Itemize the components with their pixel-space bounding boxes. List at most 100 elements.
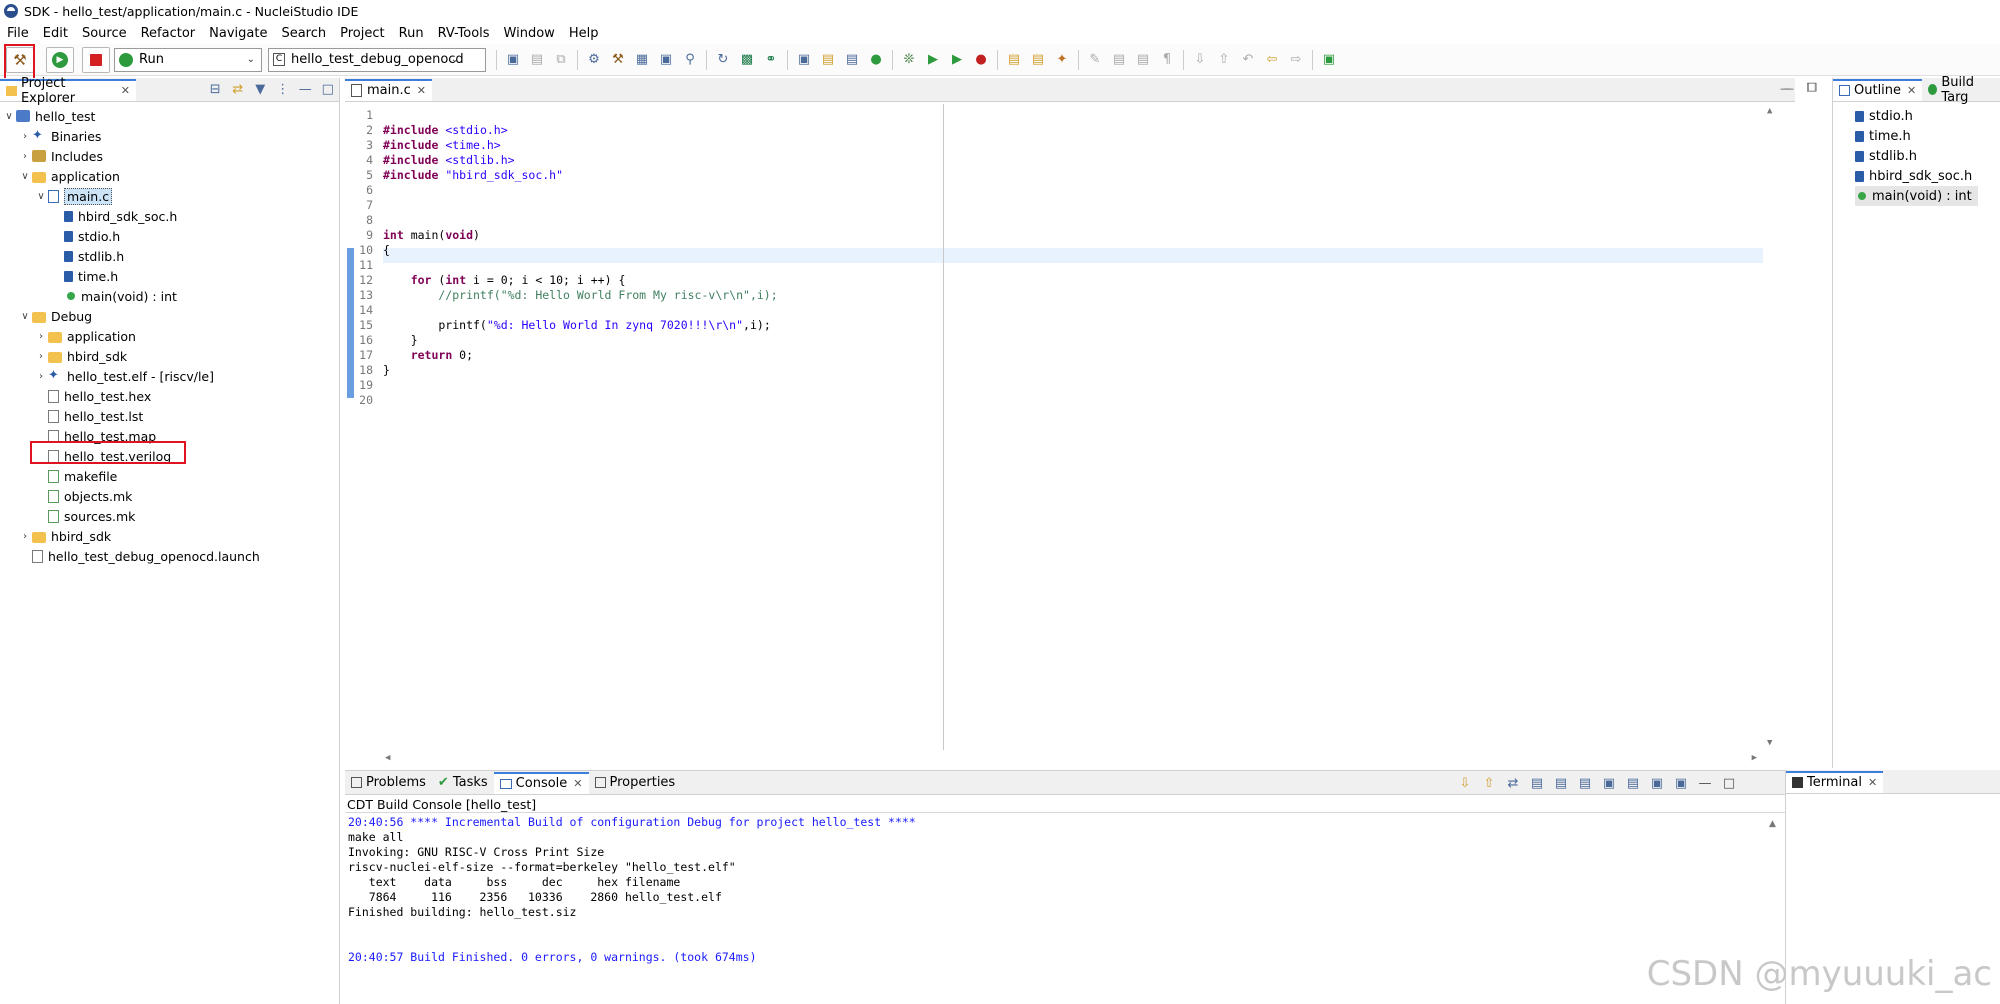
next-annotation-icon[interactable]: ⇩ (1190, 50, 1210, 70)
tree-item[interactable]: main(void) : int (50, 286, 177, 306)
save-all-icon[interactable]: ⧉ (551, 50, 571, 70)
menu-refactor[interactable]: Refactor (134, 26, 203, 41)
link-icon[interactable]: ⇄ (1503, 773, 1523, 793)
chevron-right-icon[interactable]: › (34, 351, 48, 362)
close-icon[interactable]: ✕ (417, 84, 426, 97)
prev-annotation-icon[interactable]: ⇧ (1214, 50, 1234, 70)
search-icon[interactable]: ⚲ (680, 50, 700, 70)
new-icon[interactable]: ▣ (503, 50, 523, 70)
minimize-icon[interactable]: — (296, 80, 315, 100)
tree-item[interactable]: hbird_sdk_soc.h (50, 206, 177, 226)
tree-item[interactable]: stdlib.h (50, 246, 124, 266)
tree-item[interactable]: ∨ hello_test (2, 106, 95, 126)
tab-main-c[interactable]: main.c ✕ (345, 78, 432, 101)
code-editor[interactable]: 1 2 #include <stdio.h> 3 #include <time.h> 4 #… (345, 104, 1795, 763)
chevron-right-icon[interactable]: › (18, 131, 32, 142)
scroll-up-icon[interactable]: ⇧ (1479, 773, 1499, 793)
launch-mode-select[interactable]: Run ⌄ (114, 47, 262, 72)
outline-item[interactable]: main(void) : int (1855, 186, 1978, 206)
binary-icon[interactable]: ▦ (632, 50, 652, 70)
debug-icon[interactable]: ❊ (899, 50, 919, 70)
minimize-icon[interactable]: — (1780, 82, 1791, 95)
stop-button[interactable] (82, 46, 110, 73)
horizontal-scrollbar[interactable]: ◀ ▶ (383, 752, 1759, 766)
minimize-icon[interactable]: — (1695, 773, 1715, 793)
tree-item[interactable]: › application (34, 326, 136, 346)
word-wrap-icon[interactable]: ▤ (1575, 773, 1595, 793)
forward-icon[interactable]: ⇨ (1286, 50, 1306, 70)
launch-button[interactable]: ▶ (46, 46, 74, 73)
tree-item[interactable]: stdio.h (50, 226, 120, 246)
menu-file[interactable]: File (0, 26, 36, 41)
new-class-icon[interactable]: ● (866, 50, 886, 70)
close-icon[interactable]: ✕ (121, 84, 130, 97)
tab-build-targets[interactable]: Build Targ (1922, 75, 2000, 105)
tree-item[interactable]: sources.mk (34, 506, 135, 526)
outline-item[interactable]: time.h (1855, 126, 1911, 146)
clear-console-icon[interactable]: ▤ (1623, 773, 1643, 793)
menu-project[interactable]: Project (333, 26, 391, 41)
tree-item[interactable]: makefile (34, 466, 117, 486)
tree-item[interactable]: objects.mk (34, 486, 132, 506)
tree-item[interactable]: › ✦ hello_test.elf - [riscv/le] (34, 366, 214, 386)
tree-item[interactable]: › hbird_sdk (34, 346, 127, 366)
collapse-all-icon[interactable]: ⊟ (206, 80, 225, 100)
maximize-icon[interactable]: □ (1806, 80, 1816, 93)
external-tools-icon[interactable]: ● (971, 50, 991, 70)
pilcrow-icon[interactable]: ¶ (1157, 50, 1177, 70)
paste-icon[interactable]: ▤ (1551, 773, 1571, 793)
tab-tasks[interactable]: ✔ Tasks (432, 772, 494, 794)
chevron-right-icon[interactable]: › (34, 331, 48, 342)
chevron-right-icon[interactable]: › (18, 531, 32, 542)
save-icon[interactable]: ▤ (527, 50, 547, 70)
menu-edit[interactable]: Edit (36, 26, 75, 41)
chevron-down-icon[interactable]: ∨ (18, 311, 32, 322)
chevron-right-icon[interactable]: › (18, 151, 32, 162)
tree-item[interactable]: ∨ application (18, 166, 120, 186)
menu-run[interactable]: Run (392, 26, 431, 41)
menu-help[interactable]: Help (562, 26, 606, 41)
tab-terminal[interactable]: Terminal ✕ (1786, 770, 1884, 793)
pin-icon[interactable]: ▣ (1599, 773, 1619, 793)
menu-rv-tools[interactable]: RV-Tools (431, 26, 497, 41)
run-external-icon[interactable]: ▶ (947, 50, 967, 70)
new-file-icon[interactable]: ▤ (842, 50, 862, 70)
outline-item[interactable]: stdlib.h (1855, 146, 1917, 166)
last-edit-icon[interactable]: ↶ (1238, 50, 1258, 70)
link-editor-icon[interactable]: ⇄ (228, 80, 247, 100)
tree-item[interactable]: hello_test.hex (34, 386, 151, 406)
display-selected-console-icon[interactable]: ▣ (1647, 773, 1667, 793)
chevron-right-icon[interactable]: › (34, 371, 48, 382)
pen-icon[interactable]: ✎ (1085, 50, 1105, 70)
mark-icon[interactable]: ▤ (1109, 50, 1129, 70)
tree-item[interactable]: hello_test.lst (34, 406, 143, 426)
tree-item[interactable]: › ✦ Binaries (18, 126, 101, 146)
scroll-left-icon[interactable]: ◀ (385, 753, 390, 763)
scroll-down-icon[interactable]: ▼ (1767, 738, 1772, 748)
menu-navigate[interactable]: Navigate (202, 26, 274, 41)
open-folder-icon[interactable]: ▤ (818, 50, 838, 70)
tree-item[interactable]: › hbird_sdk (18, 526, 111, 546)
tab-outline[interactable]: Outline ✕ (1833, 78, 1923, 101)
menu-search[interactable]: Search (274, 26, 333, 41)
refresh-icon[interactable]: ↻ (713, 50, 733, 70)
globe-icon[interactable]: ⚭ (761, 50, 781, 70)
menu-source[interactable]: Source (75, 26, 134, 41)
launch-config-select[interactable]: C hello_test_debug_openocd ⌄ (268, 47, 486, 72)
view-menu-icon[interactable]: ⋮ (273, 80, 292, 100)
close-icon[interactable]: ✕ (1868, 776, 1877, 789)
chevron-down-icon[interactable]: ∨ (18, 171, 32, 182)
tab-project-explorer[interactable]: Project Explorer ✕ (0, 76, 136, 106)
new-project-icon[interactable]: ▣ (794, 50, 814, 70)
tab-properties[interactable]: Properties (589, 772, 682, 794)
scroll-up-icon[interactable]: ▲ (1769, 819, 1776, 829)
monitor-icon[interactable]: ▣ (656, 50, 676, 70)
tree-item[interactable]: › Includes (18, 146, 103, 166)
scroll-right-icon[interactable]: ▶ (1752, 753, 1757, 763)
settings-icon[interactable]: ⚙ (584, 50, 604, 70)
copy-icon[interactable]: ▤ (1527, 773, 1547, 793)
close-icon[interactable]: ✕ (1907, 84, 1916, 97)
filter-icon[interactable]: ▼ (251, 80, 270, 100)
database-icon[interactable]: ▩ (737, 50, 757, 70)
open-type-icon[interactable]: ▤ (1004, 50, 1024, 70)
